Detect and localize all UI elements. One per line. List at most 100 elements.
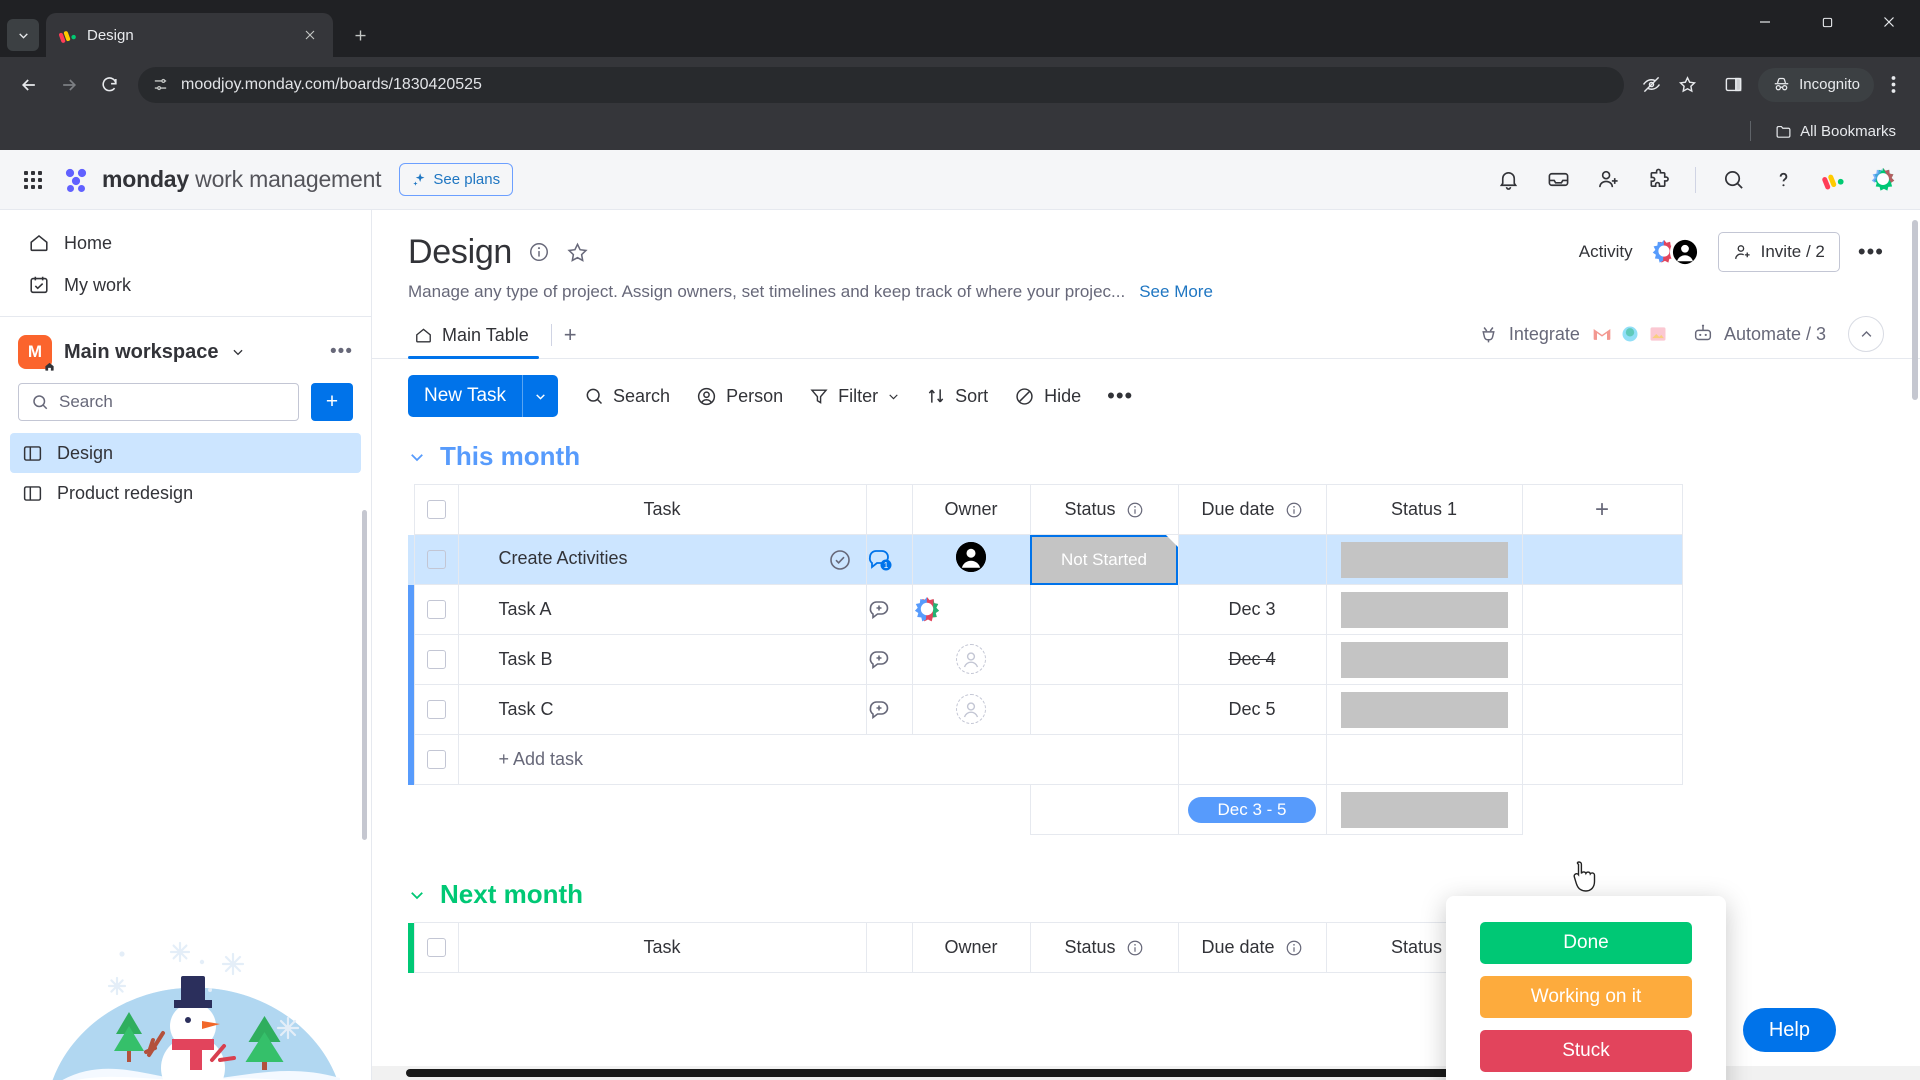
add-view-plus-icon[interactable]: +	[564, 322, 577, 352]
task-open-check-icon[interactable]	[828, 548, 852, 572]
see-plans-button[interactable]: See plans	[399, 163, 514, 196]
bookmark-star-icon[interactable]	[1670, 68, 1704, 102]
sidebar-board-product-redesign[interactable]: Product redesign	[10, 473, 361, 513]
select-all-checkbox[interactable]	[426, 500, 446, 519]
task-name-cell[interactable]: Task C	[457, 684, 867, 735]
status-1-cell[interactable]	[1325, 534, 1523, 585]
task-name-cell[interactable]: Task B	[457, 634, 867, 685]
owner-cell[interactable]	[911, 534, 1031, 585]
see-more-link[interactable]: See More	[1139, 282, 1213, 302]
status-cell[interactable]	[1029, 634, 1179, 685]
due-date-cell[interactable]	[1177, 534, 1327, 585]
sidebar-scrollbar[interactable]	[362, 510, 367, 840]
tracking-protection-eye-off-icon[interactable]	[1634, 68, 1668, 102]
puzzle-icon[interactable]	[1645, 167, 1671, 193]
column-header-status[interactable]: Status	[1029, 484, 1179, 535]
status-option-stuck[interactable]: Stuck	[1480, 1030, 1692, 1072]
column-header-task[interactable]: Task	[457, 922, 867, 973]
owner-cell[interactable]	[911, 634, 1031, 685]
table-row[interactable]: Task B Dec 4	[408, 634, 1683, 685]
column-header-status-1[interactable]: Status 1	[1325, 484, 1523, 535]
group-header-this-month[interactable]: This month	[408, 441, 1884, 472]
workspace-more-icon[interactable]: •••	[330, 341, 353, 363]
workspace-selector[interactable]: M Main workspace •••	[0, 317, 371, 375]
new-task-button[interactable]: New Task	[408, 375, 559, 417]
horizontal-scrollbar-thumb[interactable]	[406, 1069, 1596, 1077]
window-minimize-button[interactable]	[1734, 0, 1796, 44]
bell-icon[interactable]	[1495, 167, 1521, 193]
status-badge[interactable]: Not Started	[1030, 535, 1178, 584]
row-checkbox-cell[interactable]	[413, 584, 459, 635]
row-checkbox-cell[interactable]: •••	[413, 534, 459, 585]
row-checkbox-cell[interactable]	[413, 684, 459, 735]
task-name-cell[interactable]: Create Activities	[457, 534, 867, 585]
automate-button[interactable]: Automate / 3	[1692, 323, 1826, 345]
status-1-cell[interactable]	[1325, 634, 1523, 685]
chevron-down-icon[interactable]	[408, 448, 426, 466]
column-header-task[interactable]: Task	[457, 484, 867, 535]
search-input[interactable]: Search	[18, 383, 299, 421]
sidebar-item-my-work[interactable]: My work	[14, 264, 357, 306]
new-tab-plus-icon[interactable]	[343, 18, 377, 52]
add-conversation-icon[interactable]	[867, 598, 912, 622]
monday-mark-icon[interactable]	[1820, 167, 1846, 193]
column-header-owner[interactable]: Owner	[911, 484, 1031, 535]
add-column-button[interactable]: +	[1521, 484, 1683, 535]
tab-list-chevron-down-icon[interactable]	[7, 19, 39, 51]
table-row[interactable]: Task A Dec 3	[408, 584, 1683, 635]
task-name-cell[interactable]: Task A	[457, 584, 867, 635]
toolbar-more-icon[interactable]: •••	[1107, 383, 1133, 409]
main-vertical-scrollbar[interactable]	[1912, 220, 1918, 400]
window-maximize-button[interactable]	[1796, 0, 1858, 44]
browser-tab[interactable]: Design	[46, 13, 333, 57]
conversation-cell[interactable]	[865, 684, 913, 735]
status-cell[interactable]	[1029, 584, 1179, 635]
select-all-cell[interactable]	[413, 922, 459, 973]
help-question-icon[interactable]	[1770, 167, 1796, 193]
toolbar-person-button[interactable]: Person	[696, 386, 783, 407]
chevron-down-icon[interactable]	[231, 345, 245, 359]
profile-avatar-icon[interactable]	[1870, 167, 1896, 193]
conversation-cell[interactable]: 1	[865, 534, 913, 585]
grid-apps-icon[interactable]	[24, 170, 42, 189]
conversation-cell[interactable]	[865, 584, 913, 635]
owner-cell[interactable]	[911, 684, 1031, 735]
help-button[interactable]: Help	[1742, 1008, 1836, 1052]
board-members-avatars[interactable]	[1651, 237, 1700, 267]
info-icon[interactable]	[1285, 501, 1303, 519]
add-conversation-icon[interactable]	[867, 698, 912, 722]
board-more-options-icon[interactable]: •••	[1858, 239, 1884, 265]
add-conversation-icon[interactable]	[867, 648, 912, 672]
tab-close-icon[interactable]	[299, 24, 321, 46]
status-dropdown-menu[interactable]: Done Working on it Stuck Not Started Edi…	[1446, 896, 1726, 1080]
activity-label[interactable]: Activity	[1579, 242, 1633, 262]
chevron-up-icon[interactable]	[1848, 316, 1884, 352]
due-date-cell[interactable]: Dec 3	[1177, 584, 1327, 635]
row-checkbox[interactable]	[426, 650, 446, 669]
tab-main-table[interactable]: Main Table	[408, 317, 539, 359]
conversation-cell[interactable]	[865, 634, 913, 685]
favorite-star-icon[interactable]	[566, 241, 589, 264]
toolbar-filter-button[interactable]: Filter	[809, 386, 900, 407]
inbox-icon[interactable]	[1545, 167, 1571, 193]
column-header-due-date[interactable]: Due date	[1177, 922, 1327, 973]
invite-button[interactable]: Invite / 2	[1717, 232, 1840, 272]
conversation-badge-icon[interactable]: 1	[867, 547, 912, 573]
add-board-button[interactable]: +	[311, 383, 353, 421]
back-arrow-left-icon[interactable]	[10, 66, 48, 104]
monday-logo[interactable]: monday work management	[60, 164, 382, 196]
incognito-indicator[interactable]: Incognito	[1758, 67, 1874, 102]
sidebar-board-design[interactable]: Design	[10, 433, 361, 473]
empty-avatar-icon[interactable]	[956, 693, 986, 724]
empty-avatar-icon[interactable]	[956, 643, 986, 674]
add-task-button[interactable]: + Add task	[457, 734, 1179, 785]
row-checkbox[interactable]	[426, 750, 446, 769]
row-checkbox[interactable]	[426, 600, 446, 619]
chevron-down-icon[interactable]	[887, 390, 900, 403]
toolbar-sort-button[interactable]: Sort	[926, 386, 988, 407]
new-task-chevron-down-icon[interactable]	[523, 390, 558, 403]
table-row[interactable]: ••• Create Activities 1	[408, 534, 1683, 585]
table-row[interactable]: Task C Dec 5	[408, 684, 1683, 735]
sidebar-item-home[interactable]: Home	[14, 222, 357, 264]
reload-icon[interactable]	[90, 66, 128, 104]
